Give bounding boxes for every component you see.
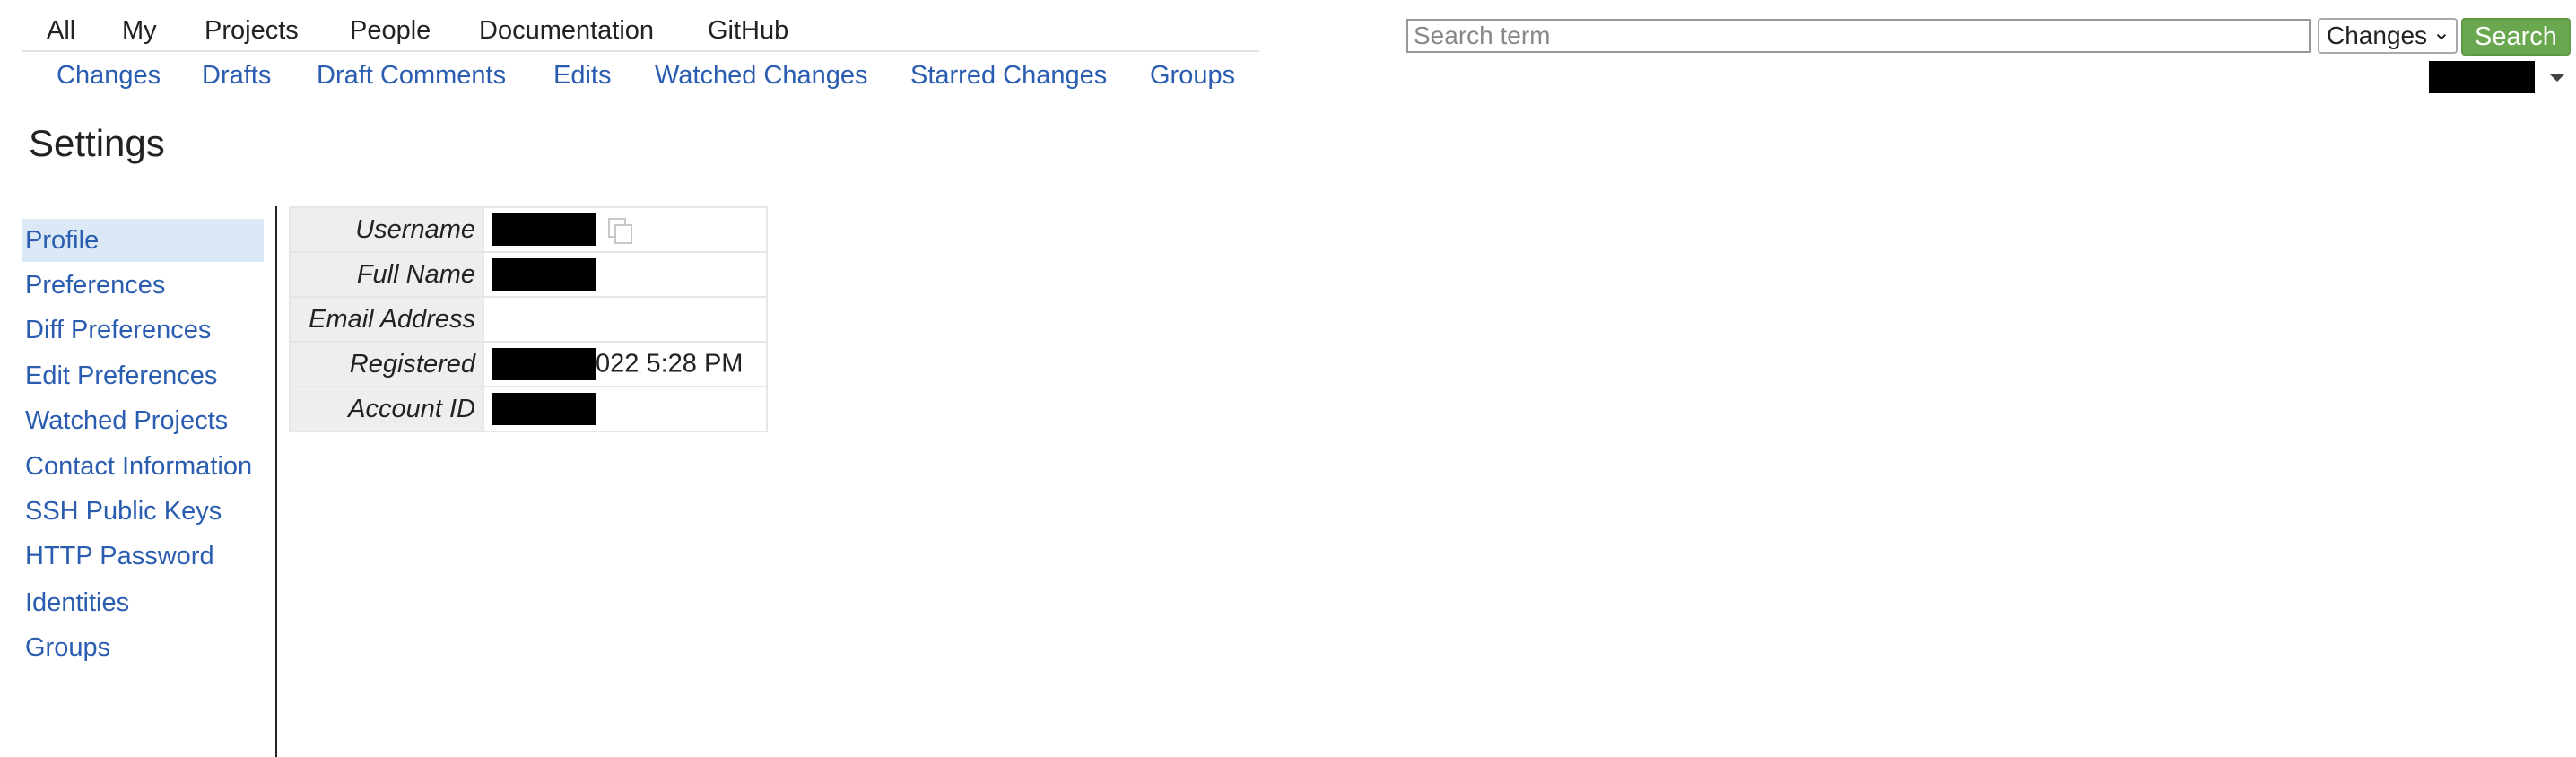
table-row: Email Address (289, 296, 768, 343)
side-nav-http-password[interactable]: HTTP Password (22, 535, 264, 578)
table-row: Full Name (289, 251, 768, 298)
page-title: Settings (29, 122, 165, 164)
side-nav-profile[interactable]: Profile (22, 219, 264, 262)
table-row: Registered 022 5:28 PM (289, 341, 768, 387)
redacted-account-id (492, 393, 596, 425)
redacted-fullname (492, 258, 596, 291)
email-label: Email Address (289, 296, 484, 343)
sub-menu-changes[interactable]: Changes (57, 61, 161, 91)
search-input[interactable] (1406, 19, 2311, 53)
sub-menu-edits[interactable]: Edits (553, 61, 611, 91)
top-menu-documentation[interactable]: Documentation (479, 16, 654, 46)
caret-down-icon[interactable] (2549, 74, 2565, 82)
top-menu-my[interactable]: My (122, 16, 157, 46)
redacted-username (492, 213, 596, 246)
top-menu: All My Projects People Documentation Git… (22, 11, 1259, 52)
sub-menu-groups[interactable]: Groups (1150, 61, 1235, 91)
chevron-down-icon: ⌄ (2432, 21, 2450, 45)
user-account-menu[interactable] (2429, 61, 2535, 93)
redacted-registered-date (492, 348, 596, 380)
side-nav-diff-preferences[interactable]: Diff Preferences (22, 309, 264, 352)
email-value (483, 296, 768, 343)
sub-menu-watched-changes[interactable]: Watched Changes (655, 61, 868, 91)
sub-menu-starred-changes[interactable]: Starred Changes (910, 61, 1107, 91)
side-nav-preferences[interactable]: Preferences (22, 264, 264, 307)
table-row: Account ID (289, 386, 768, 432)
registered-value: 022 5:28 PM (483, 341, 768, 387)
search-button[interactable]: Search (2461, 18, 2571, 56)
account-id-value (483, 386, 768, 432)
side-nav-watched-projects[interactable]: Watched Projects (22, 399, 264, 442)
search-scope-value: Changes (2327, 22, 2428, 49)
sub-menu-draft-comments[interactable]: Draft Comments (317, 61, 506, 91)
table-row: Username (289, 206, 768, 253)
side-nav-contact-information[interactable]: Contact Information (22, 445, 264, 488)
profile-table: Username Full Name Email Address Registe… (289, 206, 768, 432)
username-label: Username (289, 206, 484, 253)
copy-icon[interactable] (606, 216, 633, 244)
side-nav-ssh-public-keys[interactable]: SSH Public Keys (22, 490, 264, 533)
registered-text: 022 5:28 PM (596, 349, 744, 378)
nav-divider (275, 206, 277, 757)
fullname-value (483, 251, 768, 298)
top-menu-people[interactable]: People (350, 16, 431, 46)
search-scope-select[interactable]: Changes ⌄ (2318, 18, 2458, 54)
side-nav-identities[interactable]: Identities (22, 581, 264, 624)
side-nav-groups[interactable]: Groups (22, 626, 264, 669)
side-nav-edit-preferences[interactable]: Edit Preferences (22, 354, 264, 397)
top-menu-projects[interactable]: Projects (205, 16, 299, 46)
top-menu-all[interactable]: All (47, 16, 75, 46)
registered-label: Registered (289, 341, 484, 387)
sub-menu-drafts[interactable]: Drafts (202, 61, 271, 91)
fullname-label: Full Name (289, 251, 484, 298)
account-id-label: Account ID (289, 386, 484, 432)
username-value (483, 206, 768, 253)
top-menu-github[interactable]: GitHub (708, 16, 788, 46)
